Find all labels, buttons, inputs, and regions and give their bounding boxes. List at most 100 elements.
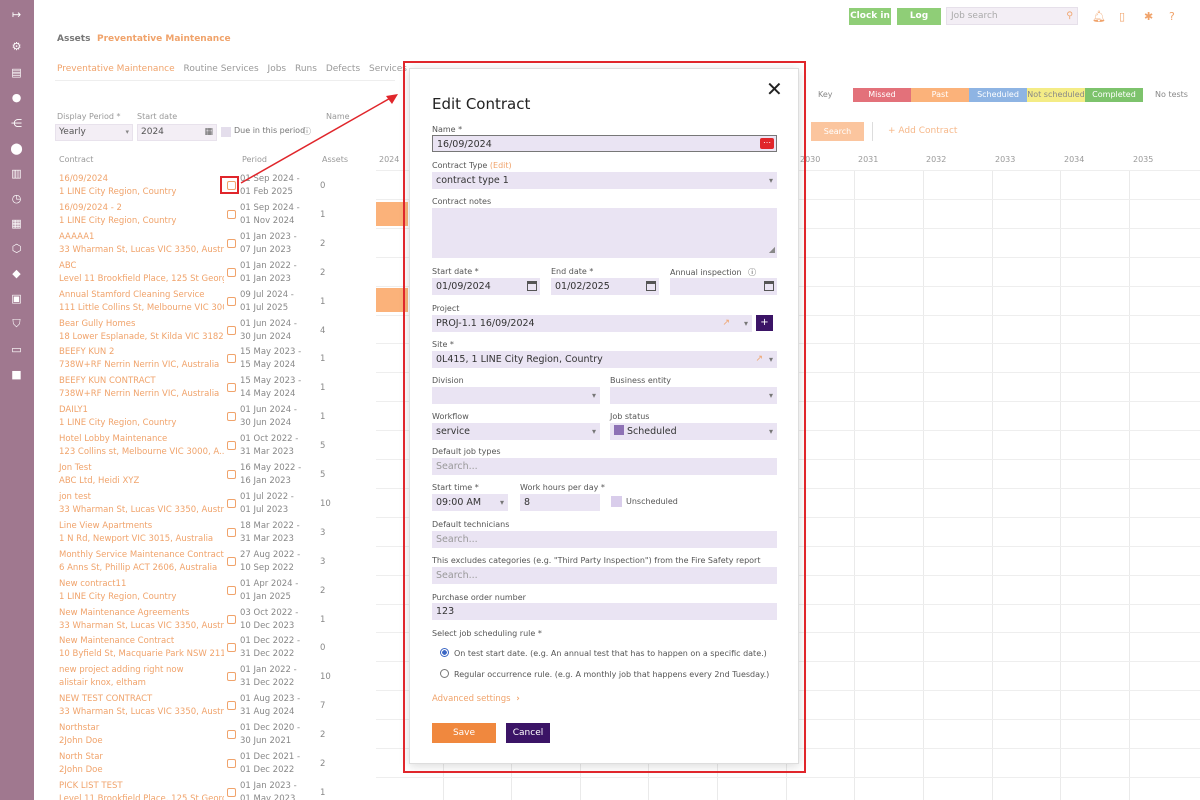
contract-name[interactable]: BEEFY KUN CONTRACT <box>59 376 156 386</box>
job-search-input[interactable]: Job search ⚲ <box>946 7 1078 25</box>
contract-row[interactable]: New Maintenance Contract 10 Byfield St, M… <box>55 634 375 663</box>
contract-name[interactable]: Northstar <box>59 723 99 733</box>
scan-icon[interactable]: ▣ <box>10 292 23 305</box>
contract-row[interactable]: Annual Stamford Cleaning Service 111 Litt… <box>55 288 375 317</box>
contract-row[interactable]: 16/09/2024 1 LINE City Region, Country 01 … <box>55 172 375 201</box>
due-checkbox[interactable] <box>221 127 231 137</box>
tab-defects[interactable]: Defects <box>326 64 360 74</box>
user-icon[interactable]: ● <box>10 91 23 104</box>
search-icon[interactable]: ⚲ <box>1066 8 1073 24</box>
contract-row[interactable]: BEEFY KUN 2 738W+RF Nerrin Nerrin VIC, Au… <box>55 345 375 374</box>
contract-row[interactable]: Bear Gully Homes 18 Lower Esplanade, St K… <box>55 317 375 346</box>
contract-row[interactable]: AAAAA1 33 Wharman St, Lucas VIC 3350, Aus… <box>55 230 375 259</box>
contract-name[interactable]: New contract11 <box>59 579 126 589</box>
edit-icon[interactable] <box>227 759 236 768</box>
edit-icon[interactable] <box>227 672 236 682</box>
breadcrumb-assets[interactable]: Assets <box>57 34 90 44</box>
edit-icon[interactable] <box>227 701 236 711</box>
tab-routine-services[interactable]: Routine Services <box>184 64 259 74</box>
contract-name[interactable]: North Star <box>59 752 103 762</box>
contract-name[interactable]: DAILY1 <box>59 405 88 415</box>
help-icon[interactable]: ? <box>1169 10 1175 23</box>
contract-name[interactable]: New Maintenance Agreements <box>59 608 189 618</box>
contract-name[interactable]: Monthly Service Maintenance Contract <box>59 550 224 560</box>
assets-icon[interactable]: ⚙ <box>10 40 23 53</box>
document-icon[interactable]: ▤ <box>10 66 23 79</box>
share-icon[interactable]: ⋲ <box>10 117 23 130</box>
contract-row[interactable]: BEEFY KUN CONTRACT 738W+RF Nerrin Nerrin … <box>55 374 375 403</box>
tab-jobs[interactable]: Jobs <box>268 64 287 74</box>
chart-icon[interactable]: ▥ <box>10 167 23 180</box>
shield-icon[interactable]: ⛉ <box>10 317 23 330</box>
tab-runs[interactable]: Runs <box>295 64 317 74</box>
contract-name[interactable]: Line View Apartments <box>59 521 152 531</box>
bell-icon[interactable]: 🔔︎ <box>1092 10 1106 23</box>
contract-name[interactable]: AAAAA1 <box>59 232 94 242</box>
contract-name[interactable]: Annual Stamford Cleaning Service <box>59 290 204 300</box>
contract-name[interactable]: new project adding right now <box>59 665 184 675</box>
clock-in-button[interactable]: Clock in <box>849 8 891 25</box>
edit-icon[interactable] <box>227 556 236 566</box>
contract-row[interactable]: Northstar 2John Doe 01 Dec 2020 - 30 Jun 20… <box>55 721 375 750</box>
start-date-input[interactable]: 2024 ▦ <box>137 124 217 141</box>
message-icon[interactable]: ■ <box>10 368 23 381</box>
contract-name[interactable]: BEEFY KUN 2 <box>59 347 114 357</box>
edit-icon[interactable] <box>227 643 236 653</box>
logout-icon[interactable]: ↦ <box>10 8 23 21</box>
tab-preventative-maintenance[interactable]: Preventative Maintenance <box>57 64 175 74</box>
display-period-select[interactable]: Yearly ▾ <box>55 124 133 141</box>
contract-row[interactable]: Jon Test ABC Ltd, Heidi XYZ 16 May 2022 - 1… <box>55 461 375 490</box>
edit-icon[interactable] <box>227 498 236 508</box>
gear-icon[interactable]: ✱ <box>1144 10 1153 23</box>
contract-row[interactable]: DAILY1 1 LINE City Region, Country 01 Jun … <box>55 403 375 432</box>
edit-icon[interactable] <box>227 614 236 624</box>
location-icon[interactable]: ⬤ <box>10 142 23 155</box>
box-icon[interactable]: ⬡ <box>10 242 23 255</box>
edit-icon[interactable] <box>227 238 236 248</box>
tag-icon[interactable]: ◆ <box>10 267 23 280</box>
contract-name[interactable]: ABC <box>59 261 76 271</box>
contract-row[interactable]: North Star 2John Doe 01 Dec 2021 - 01 Dec 2… <box>55 750 375 779</box>
contract-name[interactable]: NEW TEST CONTRACT <box>59 694 152 704</box>
log-time-button[interactable]: Log time <box>897 8 941 38</box>
edit-icon[interactable] <box>227 441 236 451</box>
edit-icon[interactable] <box>227 296 236 306</box>
edit-icon[interactable] <box>227 730 236 740</box>
contract-row[interactable]: Line View Apartments 1 N Rd, Newport VIC … <box>55 519 375 548</box>
edit-icon[interactable] <box>227 209 236 219</box>
contract-row[interactable]: Hotel Lobby Maintenance 123 Collins st, M… <box>55 432 375 461</box>
contract-row[interactable]: ABC Level 11 Brookfield Place, 125 St Geo… <box>55 259 375 288</box>
clock-icon[interactable]: ◷ <box>10 192 23 205</box>
contract-name[interactable]: PICK LIST TEST <box>59 781 123 791</box>
contract-row[interactable]: jon test 33 Wharman St, Lucas VIC 3350, A… <box>55 490 375 519</box>
contract-row[interactable]: Monthly Service Maintenance Contract 6 An… <box>55 548 375 577</box>
contract-name[interactable]: Bear Gully Homes <box>59 319 135 329</box>
info-icon[interactable]: ⓘ <box>303 126 311 137</box>
contract-row[interactable]: New contract11 1 LINE City Region, Countr… <box>55 577 375 606</box>
edit-icon[interactable] <box>227 412 236 422</box>
calendar-icon[interactable]: ▦ <box>204 125 213 140</box>
search-button[interactable]: Search <box>811 122 864 141</box>
book-icon[interactable]: ▭ <box>10 343 23 356</box>
contract-name[interactable]: jon test <box>59 492 91 502</box>
contract-row[interactable]: NEW TEST CONTRACT 33 Wharman St, Lucas VI… <box>55 692 375 721</box>
contract-name[interactable]: 16/09/2024 - 2 <box>59 203 122 213</box>
edit-icon[interactable] <box>227 787 236 797</box>
contract-row[interactable]: PICK LIST TEST Level 11 Brookfield Place,… <box>55 779 375 800</box>
contract-name[interactable]: Jon Test <box>59 463 92 473</box>
contract-name[interactable]: Hotel Lobby Maintenance <box>59 434 167 444</box>
contract-name[interactable]: 16/09/2024 <box>59 174 108 184</box>
contract-row[interactable]: New Maintenance Agreements 33 Wharman St,… <box>55 606 375 635</box>
clipboard-icon[interactable]: ▦ <box>10 217 23 230</box>
add-contract-button[interactable]: + Add Contract <box>888 126 957 136</box>
edit-icon[interactable] <box>227 470 236 479</box>
edit-icon[interactable] <box>227 527 236 537</box>
contract-row[interactable]: 16/09/2024 - 2 1 LINE City Region, Countr… <box>55 201 375 230</box>
contract-name[interactable]: New Maintenance Contract <box>59 636 174 646</box>
edit-icon[interactable] <box>227 267 236 277</box>
edit-icon[interactable] <box>227 383 236 393</box>
tab-services[interactable]: Services <box>369 64 407 74</box>
mobile-icon[interactable]: ▯ <box>1119 10 1125 23</box>
contract-row[interactable]: new project adding right now alistair kno… <box>55 663 375 692</box>
edit-icon[interactable] <box>227 354 236 364</box>
